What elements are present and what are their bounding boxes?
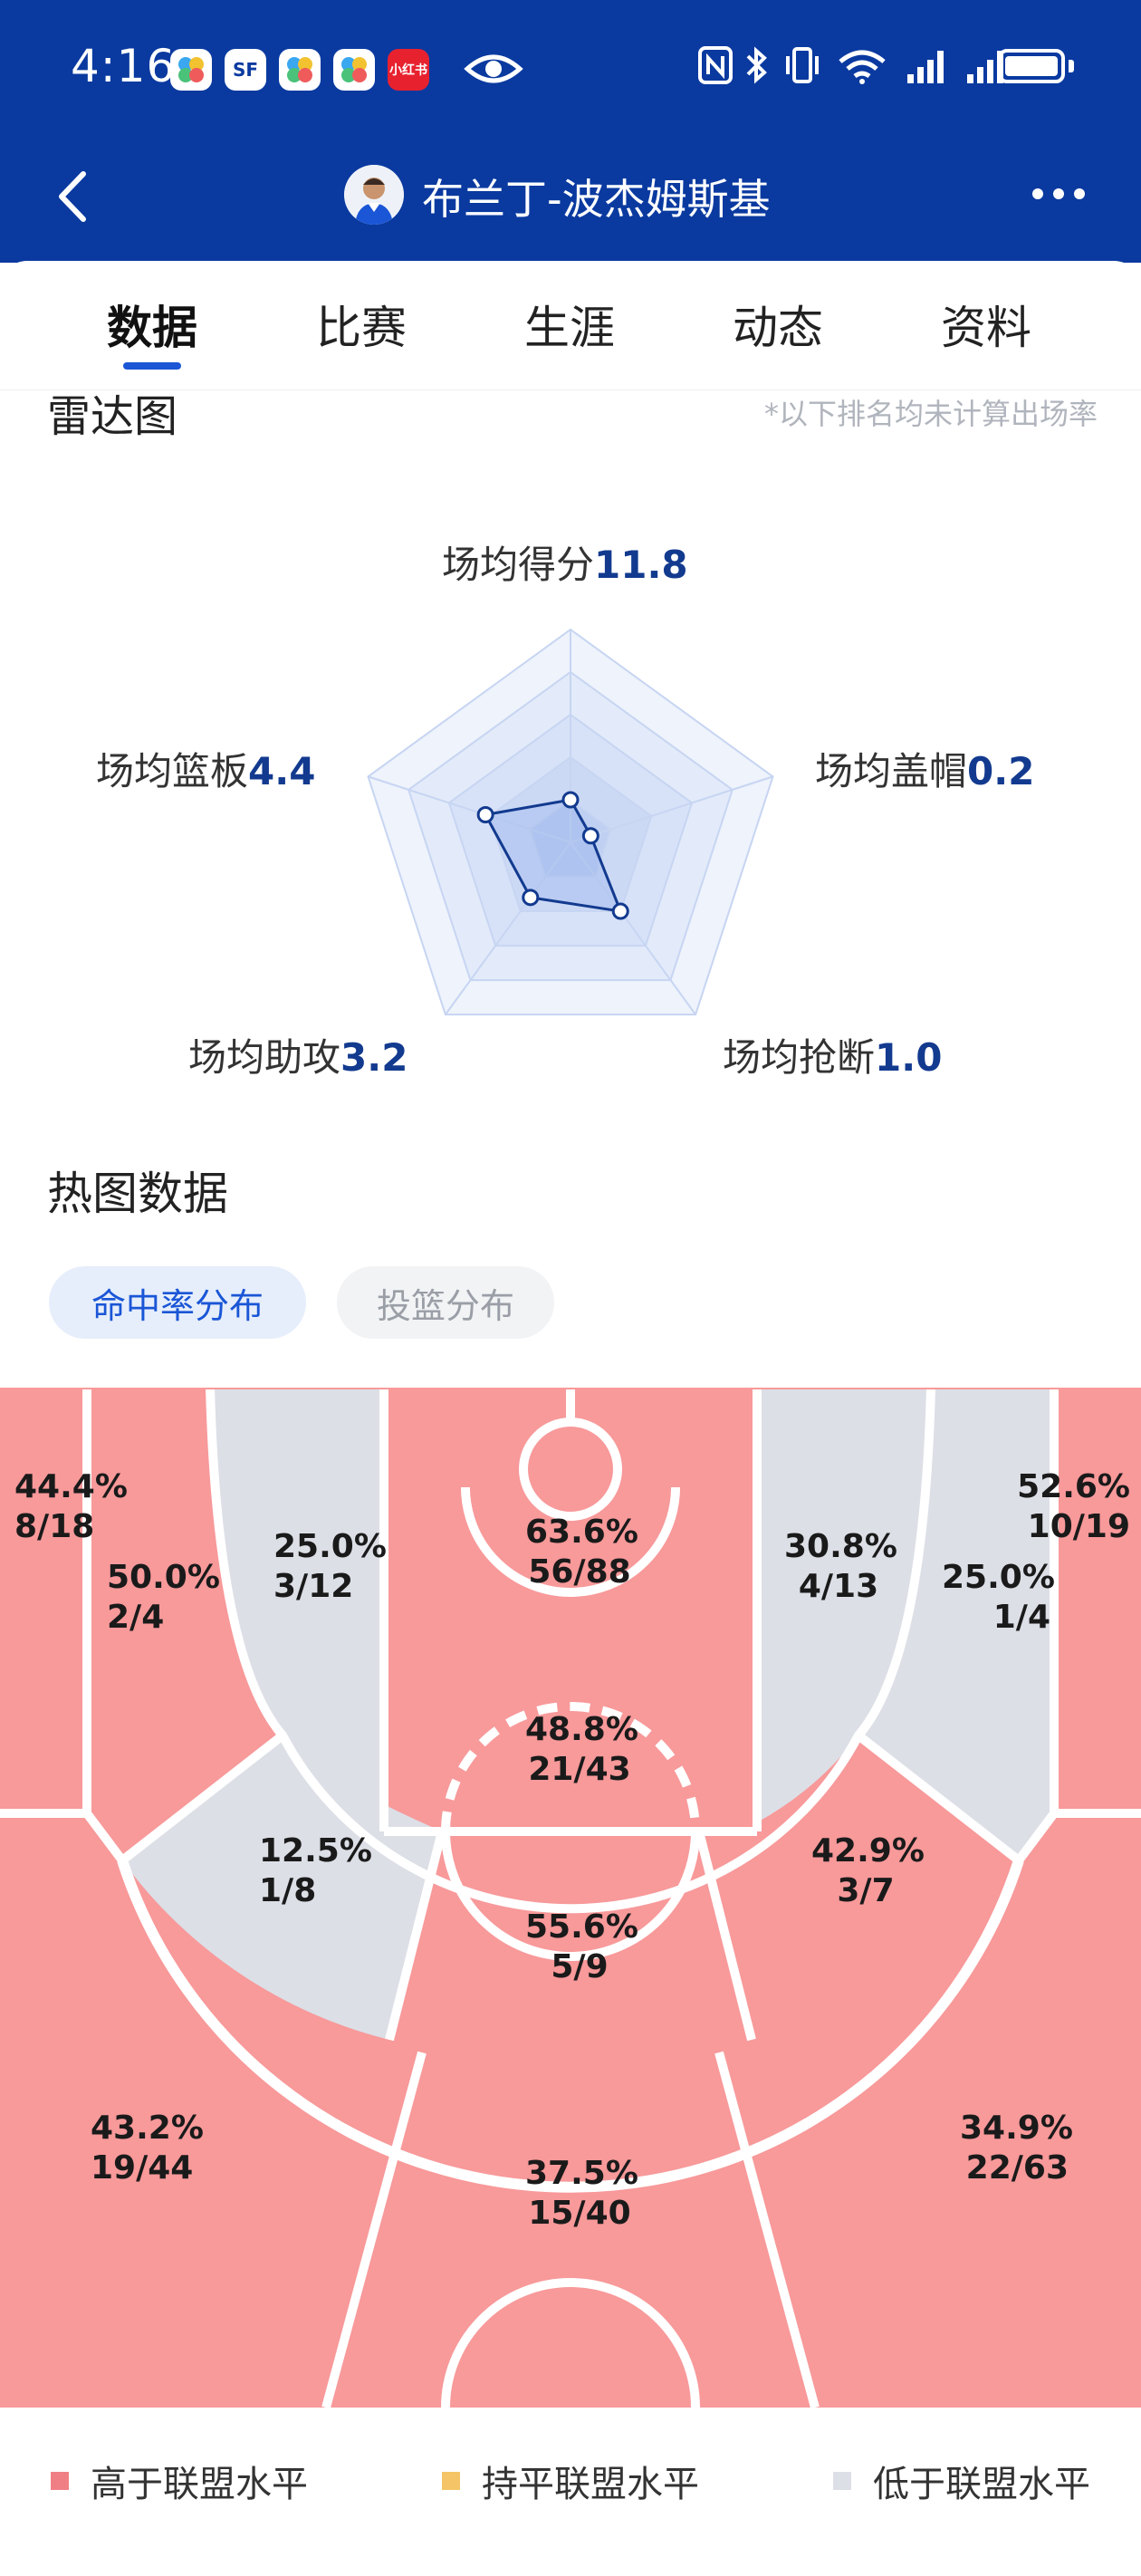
radar-point: [476, 806, 494, 824]
zone-left-baseline-mid: 50.0% 2/4: [107, 1559, 220, 1636]
radar-note: *以下排名均未计算出场率: [763, 397, 1098, 431]
radar-value-blocks: 0.2: [967, 749, 1035, 793]
system-status-icons: [598, 40, 1141, 94]
radar-point: [522, 889, 540, 907]
nav-bar: 布兰丁-波杰姆斯基: [0, 145, 1141, 245]
zone-left-wing-three: 43.2% 19/44: [91, 2110, 204, 2187]
legend-swatch-equal: [442, 2472, 460, 2490]
status-time: 4:16: [71, 40, 177, 92]
eye-icon: [464, 51, 523, 91]
radar-value-rebounds: 4.4: [248, 749, 316, 793]
legend-equal: 持平联盟水平: [442, 2455, 699, 2507]
vibrate-icon: [786, 47, 819, 83]
zone-left-corner-three: 44.4% 8/18: [14, 1468, 128, 1545]
app-notification-icon: [170, 49, 212, 91]
radar-value-steals: 1.0: [875, 1035, 943, 1080]
app-notification-icon: [279, 49, 321, 91]
more-dots-icon: [1032, 188, 1085, 199]
chevron-left-icon: [59, 171, 86, 222]
nfc-icon: [698, 46, 733, 84]
radar-point: [611, 902, 629, 920]
sf-app-icon: SF: [225, 49, 266, 91]
radar-section-title: 雷达图: [47, 391, 178, 442]
bluetooth-icon: [746, 46, 767, 84]
zone-left-elbow-mid-label: 25.0% 3/12: [273, 1528, 387, 1605]
legend-below: 低于联盟水平: [833, 2455, 1090, 2507]
radar-label-rebounds: 场均篮板4.4: [96, 749, 316, 793]
radar-value-points: 11.8: [594, 543, 688, 587]
legend-above: 高于联盟水平: [51, 2455, 308, 2507]
heatmap-legend: 高于联盟水平 持平联盟水平 低于联盟水平: [0, 2437, 1141, 2518]
zone-restricted-area: 63.6% 56/88: [525, 1514, 638, 1591]
xiaohongshu-app-icon: 小红书: [388, 49, 429, 91]
tab-news[interactable]: 动态: [705, 292, 850, 357]
radar-point: [561, 791, 580, 809]
battery-icon: [998, 49, 1065, 83]
profile-tabs: 数据 比赛 生涯 动态 资料: [0, 261, 1141, 390]
battery-tip: [1069, 60, 1074, 72]
radar-label-assists: 场均助攻3.2: [188, 1035, 408, 1080]
zone-left-wing-mid-label: 12.5% 1/8: [259, 1832, 372, 1909]
legend-swatch-above: [51, 2472, 69, 2490]
tab-profile[interactable]: 资料: [914, 292, 1059, 357]
app-header: 4:16 SF 小红书 布兰丁-波杰姆斯基: [0, 0, 1141, 263]
zone-top-key-mid: 55.6% 5/9: [525, 1908, 638, 1985]
radar-label-steals: 场均抢断1.0: [723, 1035, 943, 1080]
player-name: 布兰丁-波杰姆斯基: [422, 175, 771, 224]
radar-label-blocks: 场均盖帽0.2: [815, 749, 1035, 793]
status-bar: 4:16 SF 小红书: [0, 0, 1141, 136]
wifi-icon: [839, 50, 886, 84]
tab-data[interactable]: 数据: [80, 292, 225, 357]
tab-fg-percentage[interactable]: 命中率分布: [49, 1266, 306, 1339]
tab-games[interactable]: 比赛: [289, 292, 434, 357]
signal-icon: [907, 51, 944, 83]
zone-right-baseline-mid-label: 25.0% 1/4: [942, 1559, 1055, 1636]
player-avatar: [344, 165, 404, 225]
zone-top-three: 37.5% 15/40: [525, 2155, 638, 2232]
more-options-button[interactable]: [1027, 176, 1090, 212]
zone-right-elbow-mid-label: 30.8% 4/13: [784, 1528, 897, 1605]
tab-shot-distribution[interactable]: 投篮分布: [337, 1266, 554, 1339]
legend-swatch-below: [833, 2472, 851, 2490]
notification-icons: SF 小红书: [170, 49, 429, 91]
heatmap-section-title: 热图数据: [47, 1168, 228, 1220]
active-tab-indicator: [123, 362, 181, 370]
app-notification-icon: [333, 49, 375, 91]
tab-career[interactable]: 生涯: [497, 292, 642, 357]
radar-label-points: 场均得分11.8: [442, 543, 688, 587]
zone-right-wing-mid: 42.9% 3/7: [811, 1832, 925, 1909]
radar-value-assists: 3.2: [340, 1035, 408, 1080]
radar-point: [581, 827, 599, 845]
zone-paint: 48.8% 21/43: [525, 1711, 638, 1788]
back-button[interactable]: [47, 165, 101, 228]
zone-right-wing-three: 34.9% 22/63: [960, 2110, 1073, 2187]
zone-right-corner-three: 52.6% 10/19: [1017, 1468, 1130, 1545]
